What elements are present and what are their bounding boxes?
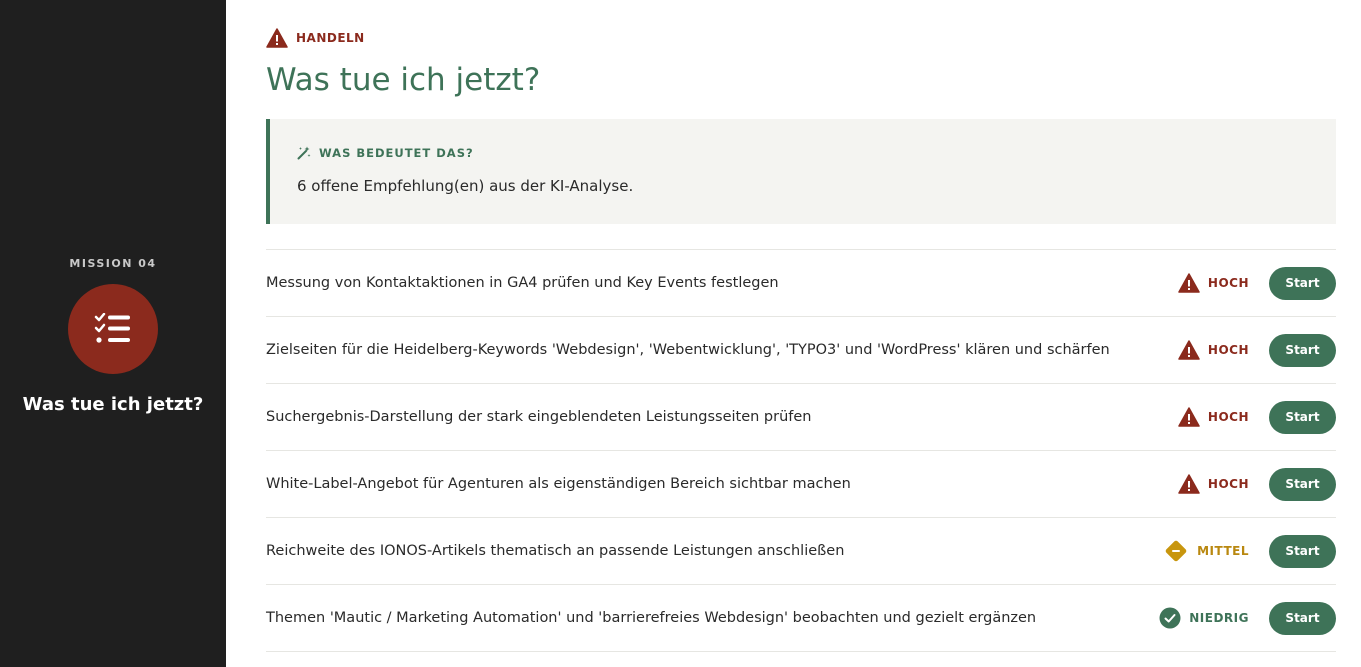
recommendation-text: Messung von Kontaktaktionen in GA4 prüfe… [266,275,779,291]
start-button[interactable]: Start [1269,266,1336,300]
recommendation-text: Themen 'Mautic / Marketing Automation' u… [266,610,1037,626]
app: MISSION 04 Was tue ich jetzt? HANDELN Wa… [0,0,1361,667]
recommendation-text: Zielseiten für die Heidelberg-Keywords '… [266,342,1110,358]
start-button[interactable]: Start [1269,400,1336,434]
sidebar: MISSION 04 Was tue ich jetzt? [0,0,226,667]
page-title: Was tue ich jetzt? [266,62,541,98]
start-button[interactable]: Start [1269,601,1336,635]
priority-badge: HOCH [1178,273,1249,293]
checklist-icon [94,313,130,343]
warning-icon [1178,407,1200,427]
list-item: Suchergebnis-Darstellung der stark einge… [266,384,1336,451]
priority-badge: MITTEL [1163,538,1249,564]
mission-badge [68,284,158,374]
warning-icon [1178,474,1200,494]
start-button[interactable]: Start [1269,333,1336,367]
list-item: Messung von Kontaktaktionen in GA4 prüfe… [266,250,1336,317]
minus-diamond-icon [1165,540,1187,562]
info-heading-label: WAS BEDEUTET DAS? [319,146,474,160]
eyebrow-label: HANDELN [296,31,365,45]
warning-icon [1178,340,1200,360]
priority-badge: HOCH [1178,407,1249,427]
info-text: 6 offene Empfehlung(en) aus der KI-Analy… [297,177,634,195]
info-heading: WAS BEDEUTET DAS? [297,146,474,160]
list-item: Themen 'Mautic / Marketing Automation' u… [266,585,1336,652]
priority-label: HOCH [1207,410,1249,424]
priority-label: HOCH [1207,276,1249,290]
warning-icon [1178,273,1200,293]
priority-label: HOCH [1207,477,1249,491]
start-button[interactable]: Start [1269,467,1336,501]
recommendation-list: Messung von Kontaktaktionen in GA4 prüfe… [266,249,1336,652]
recommendation-text: Reichweite des IONOS-Artikels thematisch… [266,543,845,559]
list-item: Reichweite des IONOS-Artikels thematisch… [266,518,1336,585]
priority-label: MITTEL [1197,544,1249,558]
section-eyebrow: HANDELN [266,28,365,48]
list-item: Zielseiten für die Heidelberg-Keywords '… [266,317,1336,384]
mission-label: MISSION 04 [69,257,157,270]
magic-wand-icon [297,146,311,160]
recommendation-text: Suchergebnis-Darstellung der stark einge… [266,409,812,425]
list-item: White-Label-Angebot für Agenturen als ei… [266,451,1336,518]
priority-badge: NIEDRIG [1159,607,1249,629]
check-circle-icon [1159,607,1181,629]
main-content: HANDELN Was tue ich jetzt? WAS BEDEUTET … [226,0,1361,667]
priority-badge: HOCH [1178,340,1249,360]
start-button[interactable]: Start [1269,534,1336,568]
recommendation-text: White-Label-Angebot für Agenturen als ei… [266,476,851,492]
priority-badge: HOCH [1178,474,1249,494]
priority-label: HOCH [1207,343,1249,357]
info-box: WAS BEDEUTET DAS? 6 offene Empfehlung(en… [266,119,1336,224]
priority-label: NIEDRIG [1189,611,1249,625]
mission-title: Was tue ich jetzt? [22,394,204,415]
warning-icon [266,28,288,48]
